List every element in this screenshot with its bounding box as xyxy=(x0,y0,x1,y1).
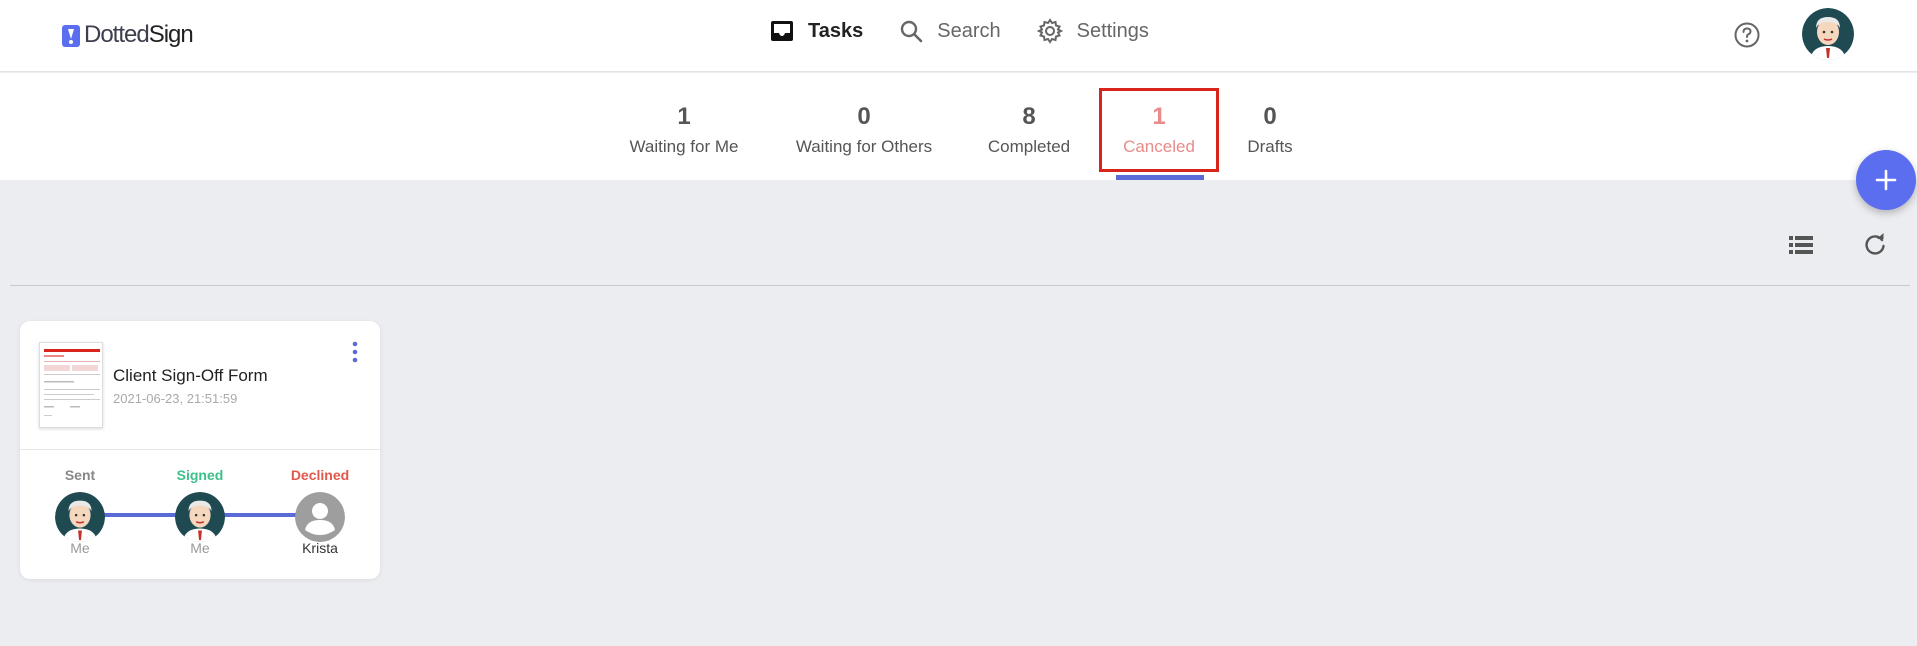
tab-count: 8 xyxy=(1022,103,1036,130)
search-icon xyxy=(901,20,923,43)
nav-tasks-label: Tasks xyxy=(808,19,864,42)
logo-pen-icon xyxy=(60,23,82,47)
step-participant: Me xyxy=(190,540,210,556)
list-view-icon[interactable] xyxy=(1788,234,1814,256)
logo-text: DottedSign xyxy=(84,21,194,49)
user-avatar[interactable] xyxy=(1802,8,1854,60)
nav-tasks[interactable]: Tasks xyxy=(770,20,863,43)
plus-icon xyxy=(1875,169,1897,191)
create-task-button[interactable] xyxy=(1856,150,1916,210)
step-participant: Me xyxy=(70,540,90,556)
tab-count: 0 xyxy=(857,103,871,130)
tab-drafts[interactable]: 0 Drafts xyxy=(1234,73,1306,180)
inbox-icon xyxy=(771,21,793,41)
main-nav: Tasks Search Settings xyxy=(770,18,1185,44)
task-status-tabs: 1 Waiting for Me 0 Waiting for Others 8 … xyxy=(0,73,1917,180)
step-status: Sent xyxy=(64,467,96,483)
tab-count: 1 xyxy=(677,103,691,130)
more-options-icon[interactable] xyxy=(345,340,365,364)
task-title[interactable]: Client Sign-Off Form xyxy=(113,366,268,386)
gear-icon xyxy=(1036,18,1063,44)
tab-completed[interactable]: 8 Completed xyxy=(980,73,1078,180)
nav-search-label: Search xyxy=(937,19,1001,42)
tab-label: Waiting for Me xyxy=(629,137,739,156)
task-card[interactable]: Client Sign-Off Form 2021-06-23, 21:51:5… xyxy=(20,321,380,579)
step-status: Declined xyxy=(290,467,350,483)
nav-search[interactable]: Search xyxy=(899,19,1001,43)
nav-settings-label: Settings xyxy=(1076,19,1149,42)
tab-label: Drafts xyxy=(1247,137,1293,156)
tab-label: Waiting for Others xyxy=(795,137,933,156)
tab-count: 0 xyxy=(1263,103,1277,130)
dottedsign-logo[interactable]: DottedSign xyxy=(60,20,194,50)
help-icon[interactable] xyxy=(1733,21,1761,49)
nav-settings[interactable]: Settings xyxy=(1036,18,1149,44)
top-navigation-bar: DottedSign Tasks Search Settings xyxy=(0,0,1917,72)
annotation-highlight-box xyxy=(1099,88,1219,172)
task-date: 2021-06-23, 21:51:59 xyxy=(113,391,238,406)
logo-text-light: Dotted xyxy=(84,21,150,48)
refresh-icon[interactable] xyxy=(1862,232,1888,258)
tab-waiting-for-others[interactable]: 0 Waiting for Others xyxy=(786,73,942,180)
tab-label: Completed xyxy=(987,137,1071,156)
card-divider xyxy=(20,449,380,450)
step-status: Signed xyxy=(176,467,224,483)
default-user-icon xyxy=(295,492,345,542)
active-tab-indicator xyxy=(1116,175,1204,180)
tab-waiting-for-me[interactable]: 1 Waiting for Me xyxy=(620,73,748,180)
participant-avatar xyxy=(175,492,225,542)
document-thumbnail[interactable] xyxy=(39,342,103,428)
participant-avatar xyxy=(55,492,105,542)
step-participant: Krista xyxy=(302,540,338,556)
logo-text-bold: Sign xyxy=(148,21,194,48)
content-divider xyxy=(10,285,1910,286)
